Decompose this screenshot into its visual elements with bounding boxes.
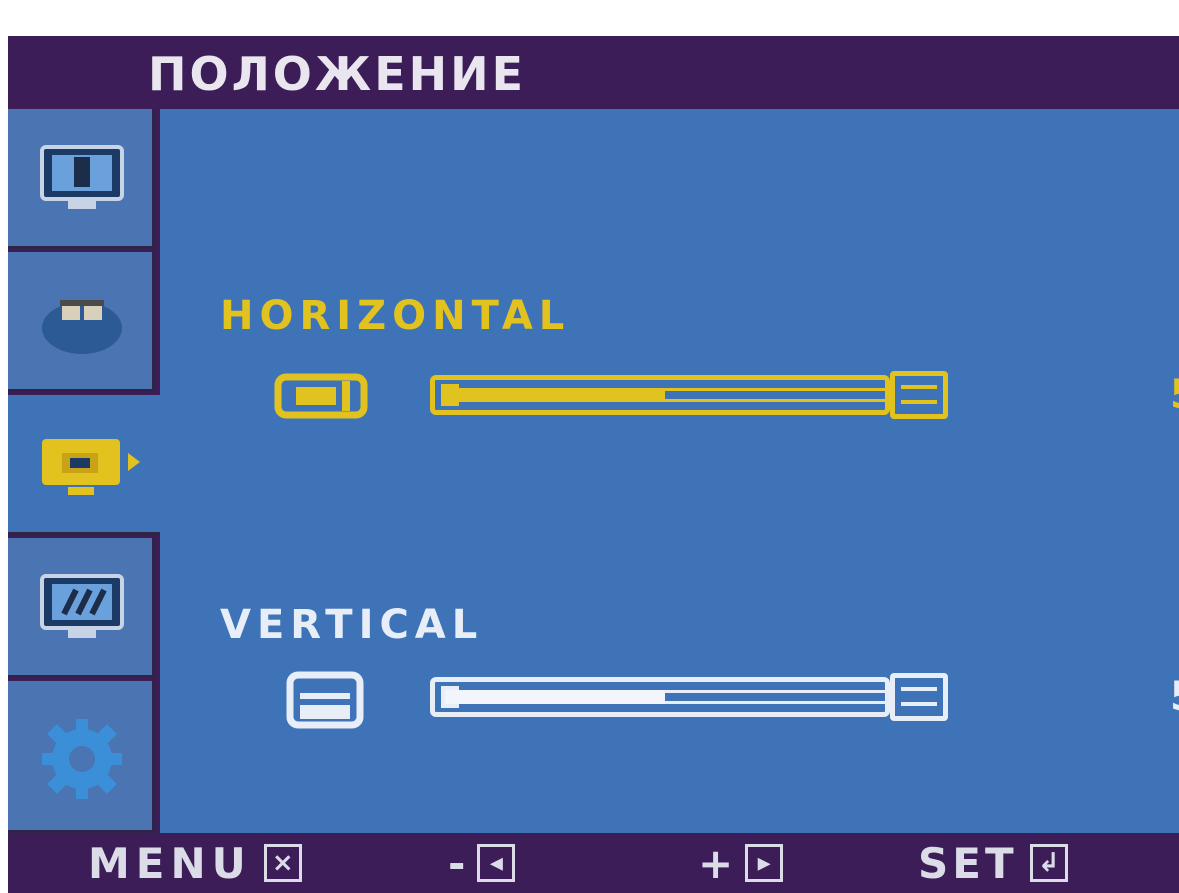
- vertical-slider-end-icon: [890, 673, 948, 721]
- osd-window: ПОЛОЖЕНИЕ HORIZONTAL VERTICAL MENU × - ◂…: [8, 36, 1179, 893]
- settings-panel: HORIZONTAL 50 VERTICAL: [160, 109, 1179, 833]
- color-adjust-icon: [40, 288, 124, 362]
- tab-position[interactable]: [8, 395, 160, 535]
- plus-label: +: [698, 838, 734, 888]
- vertical-slider-fill: [445, 690, 665, 704]
- exit-key-icon: ×: [263, 844, 302, 882]
- vertical-slider[interactable]: [430, 677, 890, 717]
- vertical-label: VERTICAL: [220, 602, 484, 648]
- plus-button[interactable]: + ▸: [698, 838, 784, 888]
- vertical-slider-row[interactable]: 50: [270, 669, 1179, 729]
- tracking-monitor-icon: [40, 574, 124, 648]
- minus-label: -: [448, 838, 466, 888]
- gear-icon: [40, 717, 124, 805]
- horizontal-slider-end-icon: [890, 371, 948, 419]
- horizontal-slider-row[interactable]: 50: [270, 367, 1179, 423]
- sidebar: [8, 109, 160, 833]
- tab-tracking[interactable]: [8, 538, 156, 678]
- position-monitor-icon: [40, 431, 150, 505]
- horizontal-slider-fill: [445, 388, 665, 402]
- vertical-position-icon: [270, 669, 380, 729]
- tab-picture[interactable]: [8, 109, 156, 249]
- monitor-picture-icon: [40, 145, 124, 219]
- horizontal-label: HORIZONTAL: [220, 293, 571, 339]
- menu-label: MENU: [88, 838, 252, 888]
- page-title: ПОЛОЖЕНИЕ: [148, 47, 527, 101]
- button-legend: MENU × - ◂ + ▸ SET ↲: [8, 833, 1179, 893]
- horizontal-value: 50: [1170, 367, 1179, 423]
- set-label: SET: [918, 838, 1018, 888]
- tab-color[interactable]: [8, 252, 156, 392]
- tab-setup[interactable]: [8, 681, 156, 833]
- set-button[interactable]: SET ↲: [918, 838, 1068, 888]
- vertical-slider-track-rest: [665, 690, 885, 704]
- horizontal-slider-track-rest: [665, 388, 885, 402]
- horizontal-slider[interactable]: [430, 375, 890, 415]
- left-arrow-key-icon: ◂: [477, 844, 516, 882]
- minus-button[interactable]: - ◂: [448, 838, 516, 888]
- menu-button[interactable]: MENU ×: [88, 838, 302, 888]
- set-key-icon: ↲: [1029, 844, 1068, 882]
- vertical-value: 50: [1170, 669, 1179, 725]
- horizontal-position-icon: [270, 367, 380, 423]
- right-arrow-key-icon: ▸: [745, 844, 784, 882]
